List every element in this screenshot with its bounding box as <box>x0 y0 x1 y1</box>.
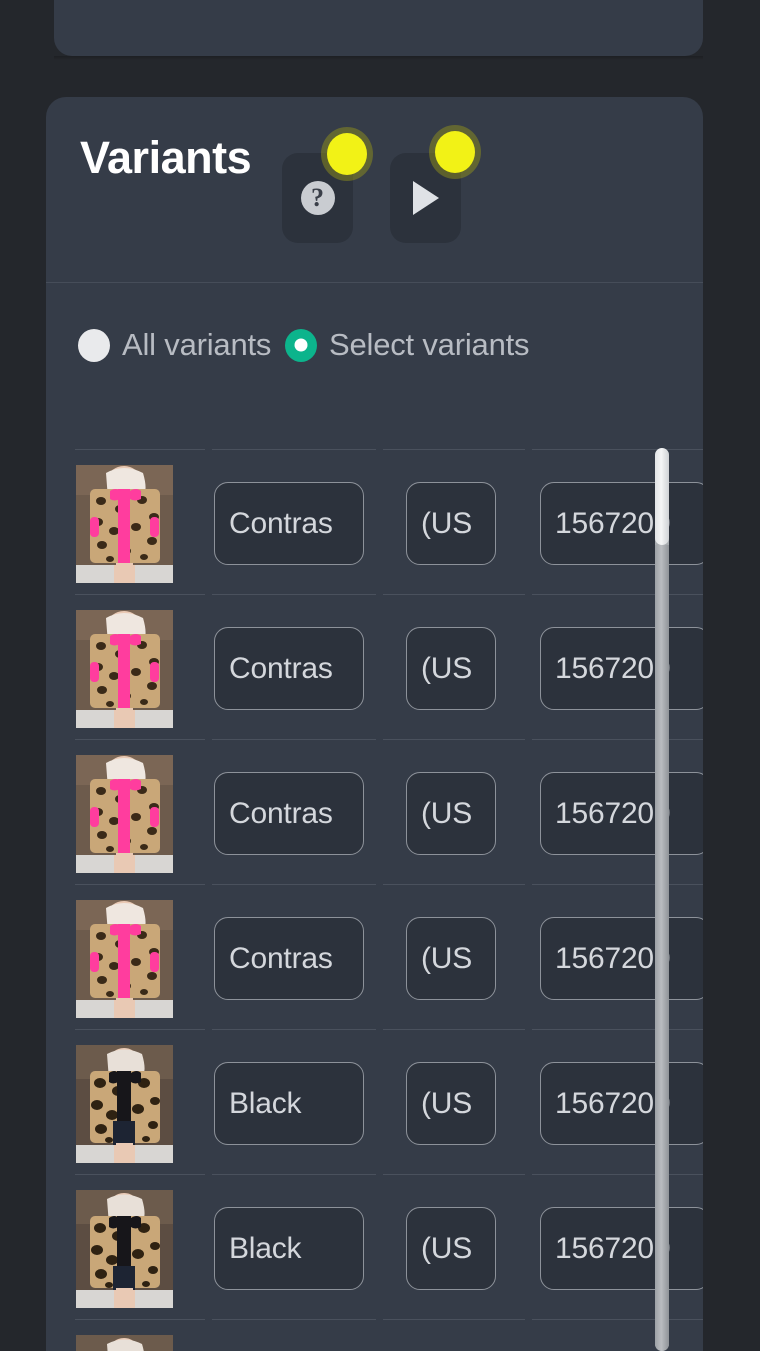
radio-select-variants[interactable]: Select variants <box>285 327 530 363</box>
variant-size-chip[interactable]: (US <box>406 482 496 565</box>
play-triangle-icon <box>412 181 439 215</box>
variant-color-chip[interactable]: Contras <box>214 772 364 855</box>
variant-thumbnail[interactable] <box>76 755 173 873</box>
row-divider <box>46 1029 703 1030</box>
scrollbar-track[interactable] <box>655 545 669 1351</box>
radio-all-variants-label: All variants <box>122 327 272 362</box>
variant-size-chip[interactable]: (US <box>406 627 496 710</box>
table-row[interactable]: Contras (US 1567200 <box>46 594 703 739</box>
row-divider <box>46 1319 703 1320</box>
table-row[interactable]: Black (US 1567200 <box>46 1029 703 1174</box>
variant-thumbnail[interactable] <box>76 610 173 728</box>
table-row[interactable]: Contras (US 1567200 <box>46 739 703 884</box>
radio-all-variants[interactable]: All variants <box>78 327 271 363</box>
variant-thumbnail[interactable] <box>76 1045 173 1163</box>
variant-id-chip[interactable]: 1567200 <box>540 1062 703 1145</box>
radio-all-variants-mark[interactable] <box>78 328 110 362</box>
variant-color-chip[interactable]: Contras <box>214 627 364 710</box>
left-gutter <box>0 0 46 1351</box>
variant-thumbnail[interactable] <box>76 1190 173 1308</box>
variant-size-chip[interactable]: (US <box>406 1062 496 1145</box>
row-divider <box>46 449 703 450</box>
variants-card-header: Variants ? <box>46 97 703 283</box>
variant-color-chip[interactable]: Contras <box>214 917 364 1000</box>
variant-color-chip[interactable]: Black <box>214 1207 364 1290</box>
right-gutter <box>703 0 760 1351</box>
question-mark-circle-icon: ? <box>300 181 335 215</box>
table-row[interactable]: Contras (US 1567200 <box>46 884 703 1029</box>
previous-card-stub <box>54 0 703 56</box>
variant-id-chip[interactable]: 1567200 <box>540 627 703 710</box>
previous-card-shadow <box>54 56 703 60</box>
variant-scope-selector: All variants Select variants <box>46 283 703 449</box>
row-divider <box>46 884 703 885</box>
variants-table[interactable]: Contras (US 1567200 Contras (US 1567200 … <box>46 449 703 1351</box>
radio-select-variants-mark[interactable] <box>285 328 317 362</box>
variant-size-chip[interactable]: (US <box>406 917 496 1000</box>
row-divider <box>46 739 703 740</box>
variant-id-chip[interactable]: 1567200 <box>540 772 703 855</box>
radio-select-variants-label: Select variants <box>329 327 530 362</box>
page-title: Variants <box>80 132 252 183</box>
row-divider <box>46 1174 703 1175</box>
variant-color-chip[interactable]: Contras <box>214 482 364 565</box>
variant-thumbnail[interactable] <box>76 900 173 1018</box>
table-row[interactable]: Black (US 1567200 <box>46 1174 703 1319</box>
variant-size-chip[interactable]: (US <box>406 772 496 855</box>
table-row[interactable]: Contras (US 1567200 <box>46 449 703 594</box>
help-button-highlight-dot <box>327 133 367 175</box>
variant-thumbnail[interactable] <box>76 465 173 583</box>
variant-thumbnail[interactable] <box>76 1335 173 1351</box>
variant-id-chip[interactable]: 1567200 <box>540 1207 703 1290</box>
variants-table-scrollbar[interactable] <box>655 448 669 1351</box>
scrollbar-thumb[interactable] <box>655 448 669 545</box>
variants-card: Variants ? All variants Select variants <box>46 97 703 1351</box>
row-divider <box>46 594 703 595</box>
table-row[interactable] <box>46 1319 703 1351</box>
variant-size-chip[interactable]: (US <box>406 1207 496 1290</box>
play-button-highlight-dot <box>435 131 475 173</box>
variant-id-chip[interactable]: 1567200 <box>540 917 703 1000</box>
variant-id-chip[interactable]: 1567200 <box>540 482 703 565</box>
variant-color-chip[interactable]: Black <box>214 1062 364 1145</box>
